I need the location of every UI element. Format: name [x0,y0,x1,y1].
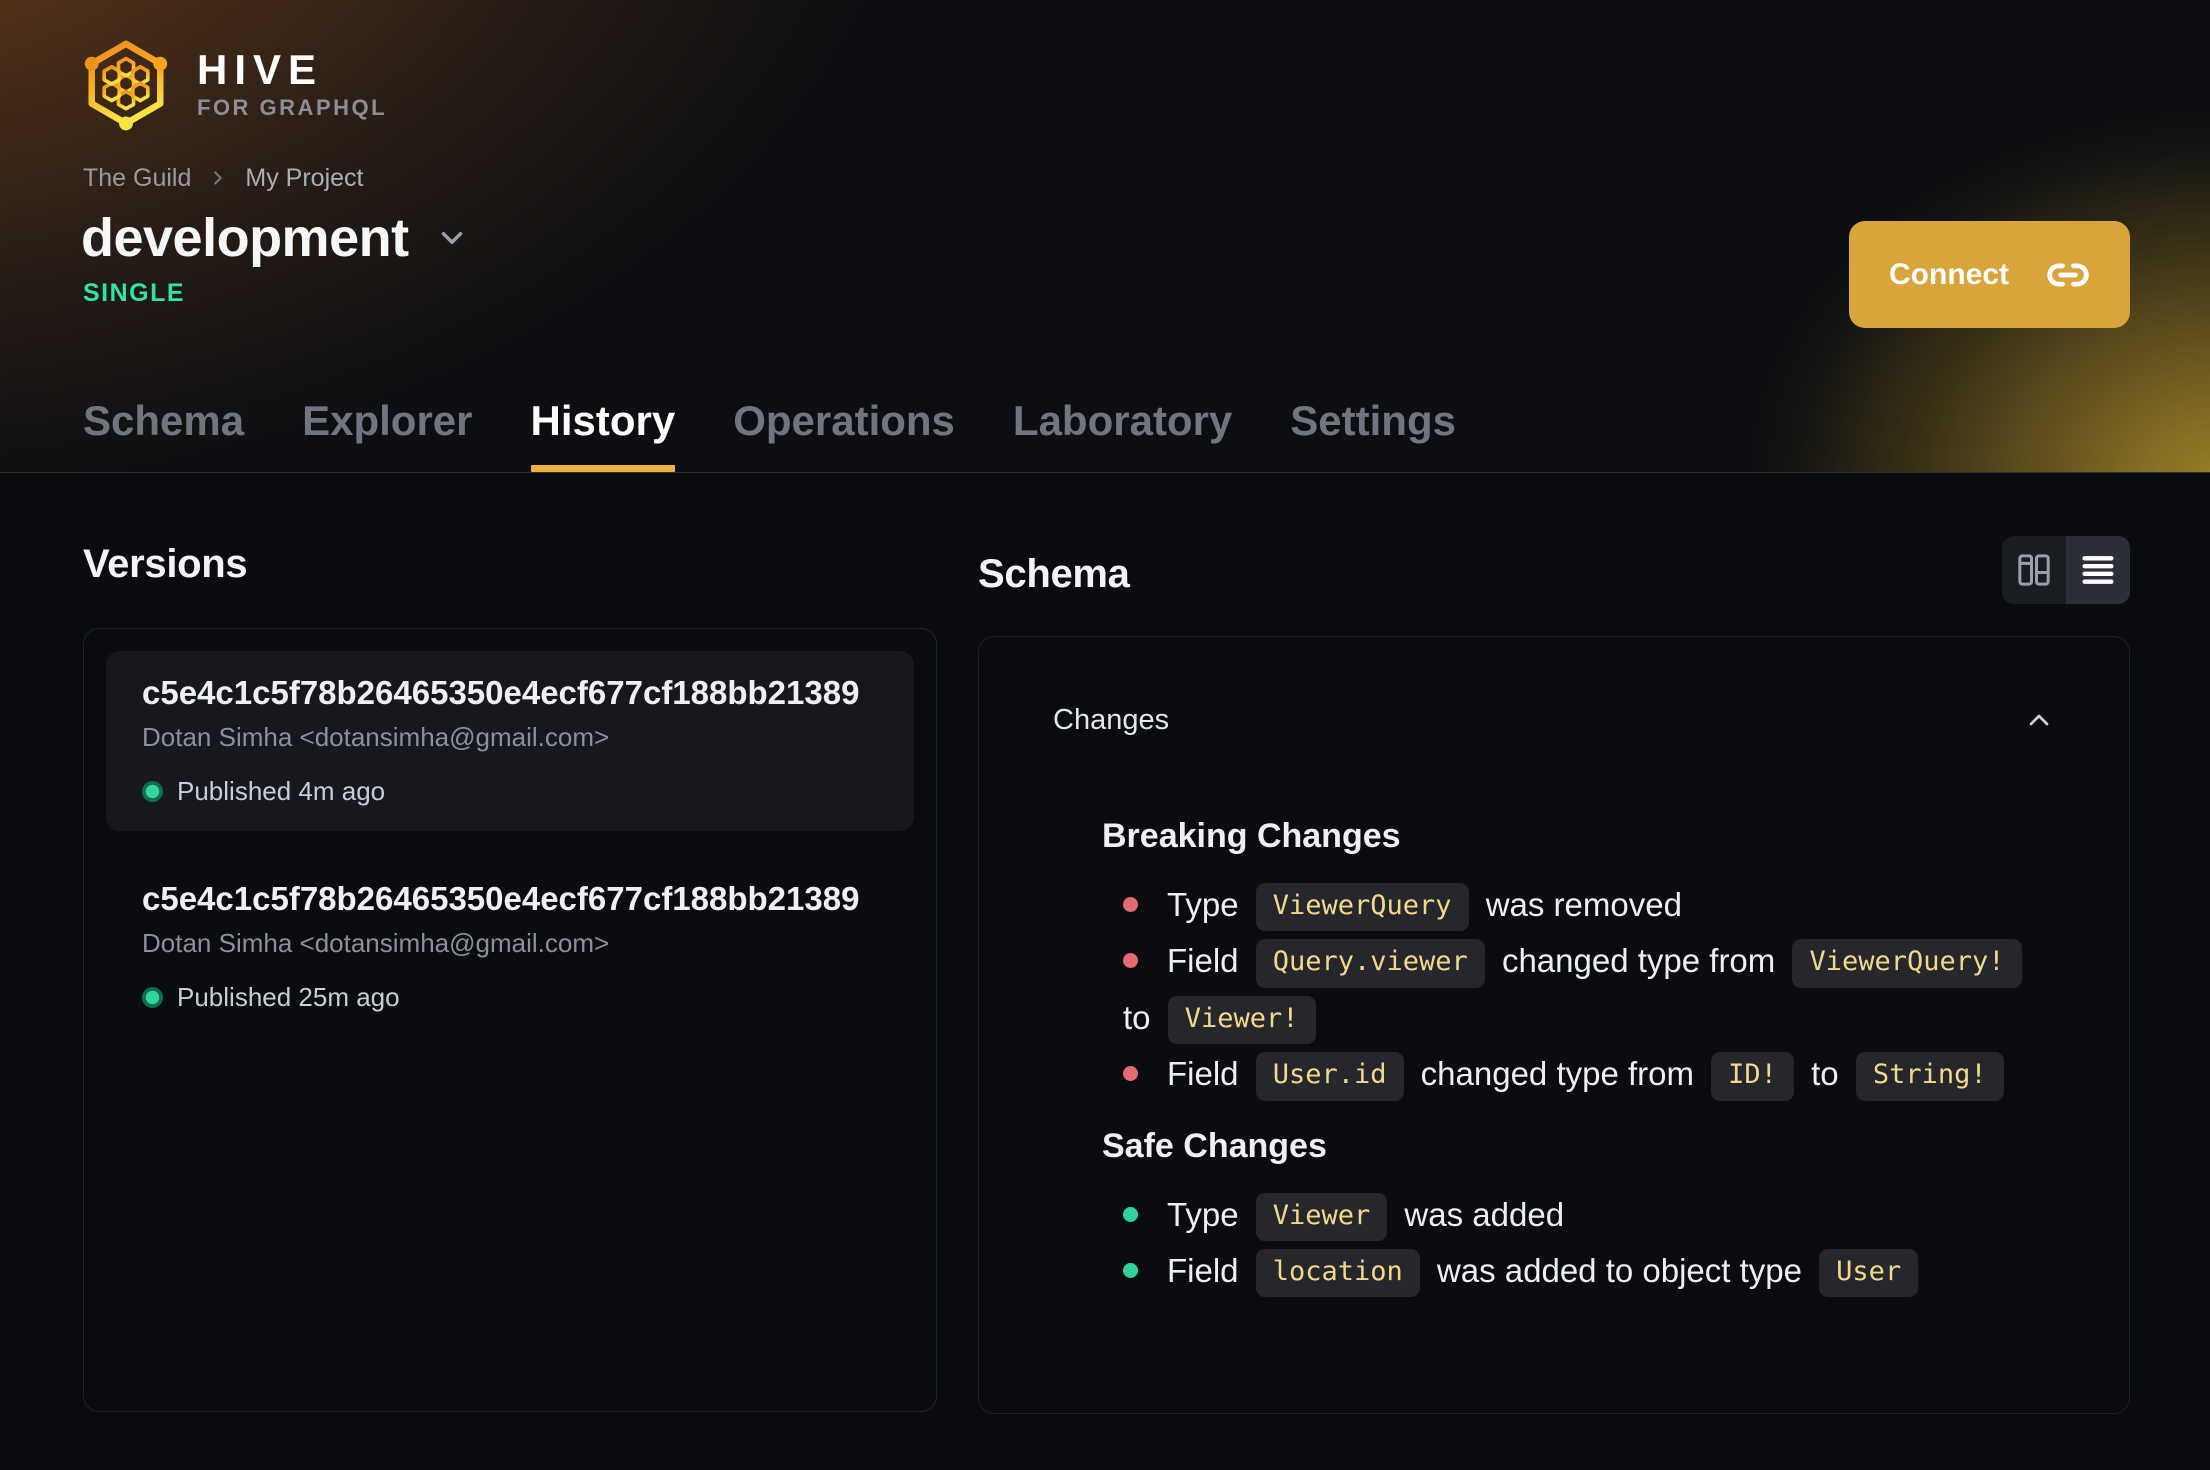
code-chip: String! [1855,1052,2004,1101]
change-text: changed type from [1411,1055,1704,1093]
view-mode-toggle [2002,536,2130,604]
change-text: was added to object type [1427,1251,1812,1289]
columns-view-icon [2014,550,2054,590]
code-chip: ViewerQuery! [1792,939,2022,988]
published-status-dot [142,780,163,802]
page-title: development [81,208,409,268]
code-chip: location [1255,1248,1420,1298]
hive-honeycomb-hexagon-icon [81,36,171,133]
tab-schema[interactable]: Schema [83,397,244,472]
chevron-down-icon[interactable] [435,221,469,255]
version-status: Published 25m ago [142,981,878,1013]
tab-laboratory[interactable]: Laboratory [1013,397,1232,472]
code-chip: User.id [1255,1052,1404,1101]
change-text: changed type from [1492,942,1785,980]
schema-heading: Schema [978,552,1130,596]
brand-name: HIVE [197,45,324,93]
version-list-item[interactable]: c5e4c1c5f78b26465350e4ecf677cf188bb21389… [106,651,914,831]
version-hash: c5e4c1c5f78b26465350e4ecf677cf188bb21389 [142,881,860,917]
tab-settings[interactable]: Settings [1290,397,1456,472]
code-chip: ID! [1711,1052,1794,1101]
version-status-text: Published 4m ago [177,776,386,806]
change-text: to [1801,1055,1848,1093]
brand-text: HIVE FOR GRAPHQL [197,45,388,123]
change-text: Field [1167,942,1248,980]
version-author: Dotan Simha <dotansimha@gmail.com> [142,928,610,958]
tab-operations[interactable]: Operations [733,397,955,472]
change-item: Field Query.viewer changed type from Vie… [1123,933,2055,1046]
chevron-right-icon [207,167,229,189]
breadcrumb-org[interactable]: The Guild [83,163,191,193]
connect-button[interactable]: Connect [1849,221,2130,328]
change-text: Type [1167,886,1248,923]
code-chip: Query.viewer [1255,939,1485,988]
change-text: was added [1395,1195,1565,1233]
connect-button-label: Connect [1889,257,2009,291]
changes-label: Changes [1053,704,1170,736]
list-view-icon [2078,550,2118,590]
versions-column: Versions c5e4c1c5f78b26465350e4ecf677cf1… [83,536,937,1470]
changes-panel: Changes Breaking Changes Type ViewerQuer… [978,636,2130,1414]
hive-app: HIVE FOR GRAPHQL The Guild My Project de… [0,0,2210,1470]
change-item: Type ViewerQuery was removed [1123,877,2055,933]
schema-column: Schema Changes Breaking Changes Type Vie… [978,536,2130,1470]
brand-logo[interactable]: HIVE FOR GRAPHQL [81,36,387,133]
target-type-badge: SINGLE [83,279,186,307]
code-chip: User [1819,1248,1919,1298]
breadcrumb-project[interactable]: My Project [245,163,363,193]
change-text: Type [1167,1195,1248,1233]
breaking-changes-heading: Breaking Changes [1102,817,1401,855]
versions-list: c5e4c1c5f78b26465350e4ecf677cf188bb21389… [83,628,937,1412]
changes-body: Breaking Changes Type ViewerQuery was re… [1053,815,2055,1299]
schema-header-row: Schema [978,536,2130,604]
change-text: to [1123,998,1160,1036]
header: HIVE FOR GRAPHQL The Guild My Project de… [0,0,2210,473]
change-text: Field [1167,1055,1248,1093]
main-content: Versions c5e4c1c5f78b26465350e4ecf677cf1… [0,473,2210,1470]
brand-tagline: FOR GRAPHQL [197,94,388,120]
link-icon [2046,253,2090,297]
change-text: Field [1167,1251,1248,1289]
columns-view-button[interactable] [2002,536,2066,604]
version-list-item[interactable]: c5e4c1c5f78b26465350e4ecf677cf188bb21389… [106,857,914,1037]
safe-changes-list: Type Viewer was added Field location was… [1123,1187,2055,1300]
version-status-text: Published 25m ago [177,982,400,1012]
changes-collapse-header[interactable]: Changes [1053,703,2055,737]
breaking-changes-list: Type ViewerQuery was removed Field Query… [1123,877,2055,1103]
version-author: Dotan Simha <dotansimha@gmail.com> [142,722,610,752]
version-status: Published 4m ago [142,775,878,807]
tab-explorer[interactable]: Explorer [302,397,472,472]
versions-heading: Versions [83,542,248,586]
change-text: was removed [1476,886,1682,923]
change-item: Type Viewer was added [1123,1187,2055,1243]
tab-bar: Schema Explorer History Operations Labor… [83,397,1456,472]
code-chip: Viewer [1255,1192,1388,1241]
tab-history[interactable]: History [530,397,675,472]
target-title-row: development [81,206,469,270]
safe-changes-heading: Safe Changes [1102,1126,1327,1165]
version-hash: c5e4c1c5f78b26465350e4ecf677cf188bb21389 [142,675,860,711]
code-chip: ViewerQuery [1255,883,1469,932]
breadcrumb: The Guild My Project [83,163,363,193]
change-item: Field User.id changed type from ID! to S… [1123,1046,2055,1102]
list-view-button[interactable] [2066,536,2130,604]
published-status-dot [142,986,163,1008]
chevron-up-icon[interactable] [2023,704,2055,736]
code-chip: Viewer! [1167,995,1316,1045]
change-item: Field location was added to object type … [1123,1243,2055,1299]
